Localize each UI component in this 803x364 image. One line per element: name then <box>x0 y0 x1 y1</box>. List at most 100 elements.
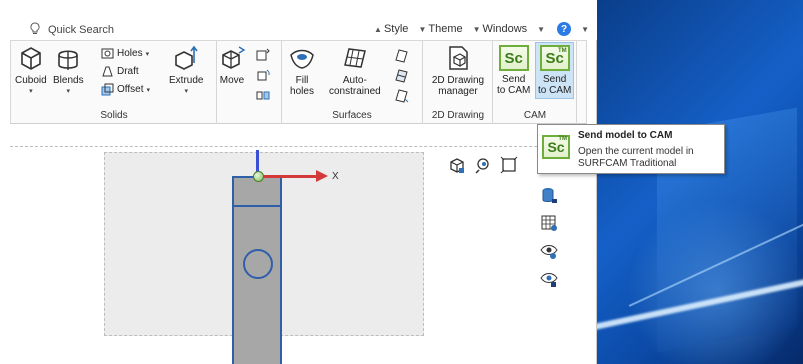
view-toolbar <box>448 156 518 174</box>
send-to-cam-label-1: Send <box>501 74 526 85</box>
offset-label: Offset <box>117 84 144 95</box>
send-to-cam-button[interactable]: Sc Send to CAM <box>497 45 530 96</box>
caret-down-icon[interactable]: ▼ <box>581 25 589 34</box>
draft-icon <box>102 66 113 77</box>
surfcam-traditional-icon: Sc TM <box>542 135 570 159</box>
quick-search[interactable]: Quick Search <box>30 22 114 38</box>
visibility-icon[interactable] <box>540 242 558 260</box>
grid-icon[interactable] <box>540 214 558 232</box>
send-model-to-cam-label-2: to CAM <box>538 85 572 96</box>
theme-menu[interactable]: ▼ Theme <box>418 23 462 35</box>
cuboid-button[interactable]: Cuboid ▾ <box>15 43 47 97</box>
model-part[interactable] <box>232 176 282 364</box>
part-edge <box>234 205 280 207</box>
caret-up-icon: ▲ <box>374 25 382 34</box>
x-axis-arrowhead <box>316 170 328 182</box>
sheet-top-border <box>10 146 587 147</box>
cuboid-icon <box>21 47 41 70</box>
holes-label: Holes <box>117 48 143 59</box>
tooltip-title: Send model to CAM <box>578 130 673 141</box>
cuboid-label: Cuboid <box>15 75 47 86</box>
auto-constrained-label-1: Auto- <box>342 75 367 86</box>
surface-tool-icon[interactable] <box>393 87 409 103</box>
solids-group-label: Solids <box>100 110 128 121</box>
blends-label: Blends <box>53 75 84 86</box>
part-hole <box>243 249 273 279</box>
mirror-icon[interactable] <box>255 87 271 103</box>
theme-label: Theme <box>428 23 463 35</box>
style-menu[interactable]: ▲ Style <box>374 23 408 35</box>
cam-group-label: CAM <box>523 110 547 121</box>
origin-handle[interactable] <box>253 171 264 182</box>
surface-tool-icon[interactable] <box>393 47 409 63</box>
dropdown-arrow-icon: ▾ <box>145 50 150 58</box>
drawing-manager-label-2: manager <box>438 86 478 97</box>
view-cube-icon[interactable] <box>448 156 466 174</box>
help-icon[interactable]: ? <box>557 22 572 36</box>
model-viewport[interactable]: X <box>10 146 587 364</box>
x-axis-label: X <box>332 171 339 182</box>
send-to-cam-label-2: to CAM <box>497 85 531 96</box>
surfaces-group-label: Surfaces <box>332 110 372 121</box>
dropdown-arrow-icon: ▾ <box>29 88 33 95</box>
title-bar: Quick Search ▲ Style ▼ Theme ▼ Windows ▼ ? … <box>0 0 597 40</box>
title-bar-menus: ▲ Style ▼ Theme ▼ Windows ▼ ? ▼ <box>374 22 591 36</box>
blends-button[interactable]: Blends ▾ <box>53 43 84 97</box>
surface-tool-icon[interactable] <box>393 67 409 83</box>
rotate-icon[interactable] <box>255 67 271 83</box>
transform-icon[interactable] <box>255 47 271 63</box>
cylinder-icon[interactable] <box>540 186 558 204</box>
offset-button[interactable]: Offset ▾ <box>101 83 150 96</box>
sc-text: Sc <box>504 49 523 67</box>
tm-mark: TM <box>558 48 567 54</box>
blends-icon <box>58 50 79 70</box>
surfcam-icon: Sc <box>498 45 529 71</box>
side-toolbar <box>540 186 558 288</box>
surfcam-traditional-icon: Sc TM <box>539 45 570 71</box>
auto-constrained-label-2: constrained <box>329 86 381 97</box>
dropdown-arrow-icon: ▾ <box>146 86 151 94</box>
holes-button[interactable]: Holes ▾ <box>101 47 149 60</box>
send-model-to-cam-button[interactable]: Sc TM Send to CAM <box>535 42 575 99</box>
lightbulb-icon <box>30 22 40 38</box>
dropdown-arrow-icon: ▾ <box>66 88 71 95</box>
send-model-to-cam-label-1: Send <box>542 74 567 85</box>
extrude-icon <box>175 45 198 70</box>
move-label: Move <box>219 75 245 86</box>
caret-down-icon: ▼ <box>418 25 427 34</box>
draft-label: Draft <box>117 66 139 77</box>
fill-holes-label-1: Fill <box>295 75 309 86</box>
move-button[interactable]: Move <box>217 43 247 86</box>
zoom-rotate-icon[interactable] <box>474 156 492 174</box>
dropdown-arrow-icon: ▾ <box>184 88 188 95</box>
extrude-button[interactable]: Extrude ▾ <box>169 43 203 97</box>
style-label: Style <box>383 23 409 35</box>
move-icon <box>222 46 246 69</box>
drawing-manager-icon <box>449 46 468 70</box>
extrude-label: Extrude <box>169 75 204 86</box>
2d-drawing-group-label: 2D Drawing <box>431 110 485 121</box>
tm-mark: TM <box>558 136 567 142</box>
windows-menu[interactable]: ▼ Windows <box>473 23 528 35</box>
desktop-background <box>597 0 803 364</box>
caret-down-icon[interactable]: ▼ <box>537 25 545 34</box>
ribbon-spacer <box>0 124 597 146</box>
caret-down-icon: ▼ <box>472 25 481 34</box>
screen: Quick Search ▲ Style ▼ Theme ▼ Windows ▼ ? … <box>0 0 803 364</box>
send-to-cam-tooltip: Sc TM Send model to CAM Open the current … <box>537 124 725 174</box>
windows-label: Windows <box>482 23 528 35</box>
visibility-toggle-icon[interactable] <box>540 270 558 288</box>
zoom-fit-icon[interactable] <box>500 156 518 174</box>
auto-constrained-button[interactable]: Auto- constrained <box>329 43 381 97</box>
x-axis <box>262 175 320 178</box>
draft-button[interactable]: Draft <box>101 65 139 78</box>
2d-drawing-manager-button[interactable]: 2D Drawing manager <box>427 43 489 97</box>
offset-icon <box>101 83 114 96</box>
fill-holes-icon <box>290 49 314 69</box>
quick-search-label: Quick Search <box>48 24 115 36</box>
auto-constrained-icon <box>343 48 366 68</box>
ribbon: Cuboid ▾ Blends ▾ Holes ▾ Draft Offset ▾… <box>10 40 587 125</box>
holes-icon <box>101 48 114 59</box>
fill-holes-button[interactable]: Fill holes <box>287 43 317 97</box>
tooltip-description: Open the current model in SURFCAM Tradit… <box>578 146 694 169</box>
